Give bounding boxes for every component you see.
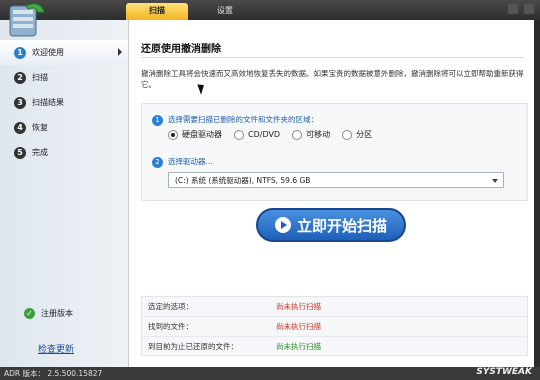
- status-value: 尚未执行扫描: [276, 342, 321, 351]
- sidebar-item-label: 扫描: [32, 73, 48, 82]
- step-nav: 1 欢迎使用 2 扫描 3 扫描结果 4 恢复 5 完成: [0, 40, 128, 165]
- scan-status-table: 选定的选项： 尚未执行扫描 找到的文件： 尚未执行扫描 到目前为止已还原的文件：…: [141, 296, 528, 356]
- step-number: 2: [152, 156, 163, 168]
- status-row: 找到的文件： 尚未执行扫描: [142, 317, 527, 337]
- step-number: 1: [14, 46, 26, 59]
- radio-icon: [234, 129, 244, 140]
- divider: [141, 57, 524, 58]
- radio-label: CD/DVD: [248, 130, 281, 139]
- status-label: 到目前为止已还原的文件：: [148, 342, 238, 351]
- status-value: 尚未执行扫描: [276, 302, 321, 311]
- area-radio-group: 硬盘驱动器 CD/DVD 可移动 分区: [168, 129, 372, 140]
- start-scan-button[interactable]: 立即开始扫描: [256, 208, 406, 242]
- sidebar-item-scan-results[interactable]: 3 扫描结果: [0, 90, 128, 115]
- radio-removable[interactable]: 可移动: [292, 129, 330, 140]
- sidebar-item-label: 恢复: [32, 123, 48, 132]
- step-number: 1: [152, 114, 163, 126]
- chevron-right-icon: [118, 48, 122, 56]
- step1-label: 选择需要扫描已删除的文件和文件夹的区域：: [168, 115, 318, 124]
- status-label: 找到的文件：: [148, 322, 193, 331]
- radio-label: 分区: [356, 130, 373, 139]
- version-text: ADR 版本： 2.5.500.15827: [4, 369, 103, 378]
- step-number: 5: [14, 146, 26, 159]
- sidebar-item-welcome[interactable]: 1 欢迎使用: [0, 40, 128, 65]
- step2-label: 选择驱动器...: [168, 157, 213, 166]
- sidebar: 1 欢迎使用 2 扫描 3 扫描结果 4 恢复 5 完成 ✓ 注册版本 检查更新: [0, 20, 129, 367]
- step-number: 2: [14, 71, 26, 84]
- radio-cd-dvd[interactable]: CD/DVD: [234, 129, 280, 140]
- main-content: 还原使用撤消删除 撤消删除工具将会快速而又高效地恢复丢失的数据。如果宝贵的数据被…: [129, 20, 534, 367]
- check-updates-link[interactable]: 检查更新: [38, 342, 74, 355]
- radio-hard-drive[interactable]: 硬盘驱动器: [168, 129, 222, 140]
- radio-icon: [292, 129, 303, 140]
- radio-selected-icon: [168, 129, 178, 140]
- radio-label: 硬盘驱动器: [182, 130, 222, 139]
- chevron-down-icon: [492, 179, 498, 183]
- radio-partition[interactable]: 分区: [342, 129, 372, 140]
- tab-scan[interactable]: 扫描: [126, 3, 188, 20]
- main-tabs: 扫描 设置: [126, 3, 256, 20]
- status-value: 尚未执行扫描: [276, 322, 321, 331]
- check-icon: ✓: [24, 308, 35, 319]
- radio-icon: [342, 129, 353, 140]
- minimize-button[interactable]: [508, 4, 518, 14]
- drive-select-value: (C:) 系统 (系统驱动器), NTFS, 59.6 GB: [175, 176, 311, 185]
- scan-options-panel: 1 选择需要扫描已删除的文件和文件夹的区域： 硬盘驱动器 CD/DVD 可移动 分…: [141, 103, 528, 201]
- sidebar-item-label: 完成: [32, 148, 48, 157]
- registered-version-badge: ✓ 注册版本: [24, 308, 73, 319]
- status-bar: ADR 版本： 2.5.500.15827 SYSTWEAK: [0, 367, 540, 380]
- tab-settings[interactable]: 设置: [194, 3, 256, 20]
- sidebar-item-scan[interactable]: 2 扫描: [0, 65, 128, 90]
- status-row: 选定的选项： 尚未执行扫描: [142, 297, 527, 317]
- step2-prompt: 2 选择驱动器...: [152, 156, 213, 168]
- step-number: 4: [14, 121, 26, 134]
- window-controls: [508, 4, 534, 14]
- status-row: 到目前为止已还原的文件： 尚未执行扫描: [142, 337, 527, 356]
- close-button[interactable]: [524, 4, 534, 14]
- sidebar-item-finish[interactable]: 5 完成: [0, 140, 128, 165]
- radio-label: 可移动: [306, 130, 331, 139]
- app-logo-icon: [9, 3, 45, 37]
- step1-prompt: 1 选择需要扫描已删除的文件和文件夹的区域：: [152, 114, 318, 126]
- page-title: 还原使用撤消删除: [141, 44, 221, 55]
- drive-select[interactable]: (C:) 系统 (系统驱动器), NTFS, 59.6 GB: [168, 172, 504, 188]
- step-number: 3: [14, 96, 26, 109]
- title-bar: 扫描 设置: [0, 0, 540, 20]
- status-label: 选定的选项：: [148, 302, 193, 311]
- brand-logo: SYSTWEAK: [476, 367, 532, 377]
- sidebar-item-label: 欢迎使用: [32, 48, 64, 57]
- play-icon: [274, 217, 291, 233]
- sidebar-item-label: 扫描结果: [32, 98, 64, 107]
- registered-label: 注册版本: [41, 309, 73, 318]
- start-scan-label: 立即开始扫描: [296, 216, 387, 235]
- sidebar-item-recover[interactable]: 4 恢复: [0, 115, 128, 140]
